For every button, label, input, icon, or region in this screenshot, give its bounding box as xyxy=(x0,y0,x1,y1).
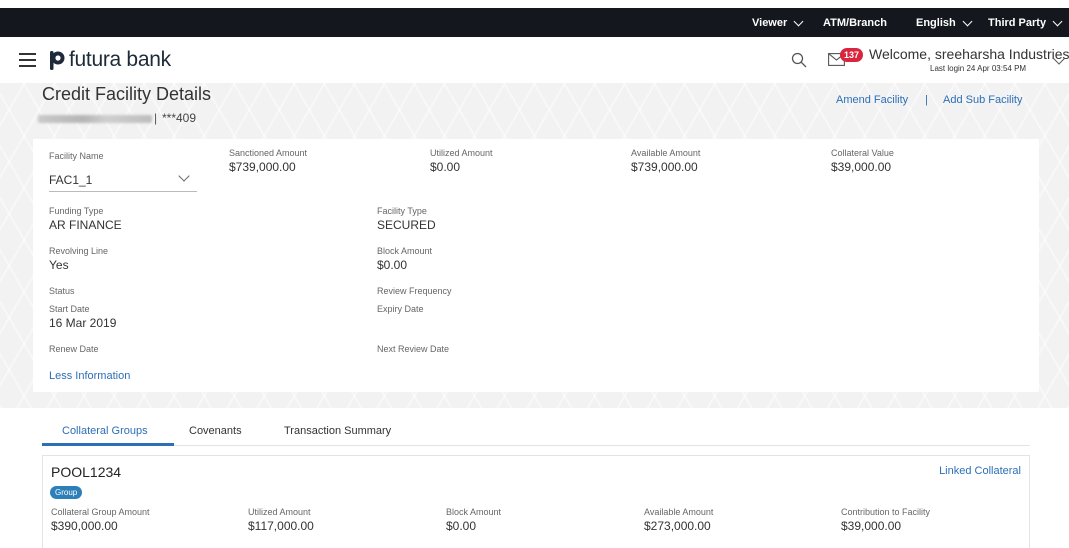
funding-type-value: AR FINANCE xyxy=(49,218,122,232)
linked-collateral-link[interactable]: Linked Collateral xyxy=(939,465,1021,477)
available-amount-field: Available Amount $739,000.00 xyxy=(631,148,700,174)
facility-name-label: Facility Name xyxy=(49,151,104,161)
chevron-down-icon xyxy=(178,170,190,182)
facility-name-value: FAC1_1 xyxy=(49,173,93,187)
review-frequency-field: Review Frequency xyxy=(377,286,452,296)
bank-logo-icon xyxy=(50,51,65,70)
funding-type-label: Funding Type xyxy=(49,206,104,216)
masked-account-name xyxy=(38,115,152,123)
pool-available-amount-value: $273,000.00 xyxy=(644,519,711,533)
next-review-date-label: Next Review Date xyxy=(377,344,450,354)
brand-name: futura bank xyxy=(69,48,171,71)
collateral-value-field: Collateral Value $39,000.00 xyxy=(831,148,894,174)
available-amount-label: Available Amount xyxy=(631,148,701,158)
pool-available-amount-field: Available Amount $273,000.00 xyxy=(644,507,713,533)
facility-name-select[interactable]: FAC1_1 xyxy=(49,170,197,192)
app-header: futura bank 137 Welcome, sreeharsha Indu… xyxy=(0,37,1069,83)
less-information-link[interactable]: Less Information xyxy=(49,370,130,382)
language-label: English xyxy=(916,17,956,29)
viewer-label: Viewer xyxy=(752,17,788,29)
revolving-line-value: Yes xyxy=(49,258,69,272)
collateral-group-card: POOL1234 Group Linked Collateral Collate… xyxy=(42,455,1030,548)
pool-block-amount-label: Block Amount xyxy=(446,507,502,517)
account-number: ***409 xyxy=(162,111,197,125)
utilized-amount-label: Utilized Amount xyxy=(430,148,493,158)
pool-block-amount-value: $0.00 xyxy=(446,519,477,533)
pool-utilized-amount-label: Utilized Amount xyxy=(248,507,311,517)
atm-branch-link[interactable]: ATM/Branch xyxy=(823,17,887,29)
language-menu[interactable]: English xyxy=(916,16,973,29)
facility-details-card: Facility Name FAC1_1 Sanctioned Amount $… xyxy=(33,139,1039,392)
tab-collateral-groups[interactable]: Collateral Groups xyxy=(62,425,148,437)
contribution-to-facility-value: $39,000.00 xyxy=(841,519,902,533)
group-badge: Group xyxy=(50,486,83,499)
collateral-value-value: $39,000.00 xyxy=(831,160,892,174)
amend-facility-link[interactable]: Amend Facility xyxy=(836,94,908,106)
funding-type-field: Funding Type AR FINANCE xyxy=(49,206,122,232)
facility-name-field: Facility Name xyxy=(49,151,104,161)
revolving-line-label: Revolving Line xyxy=(49,246,109,256)
atm-branch-label: ATM/Branch xyxy=(823,17,887,29)
detail-tabs: Collateral Groups Covenants Transaction … xyxy=(42,418,1030,446)
block-amount-value: $0.00 xyxy=(377,258,408,272)
third-party-label: Third Party xyxy=(988,17,1047,29)
expiry-date-label: Expiry Date xyxy=(377,304,424,314)
start-date-label: Start Date xyxy=(49,304,90,314)
pool-utilized-amount-value: $117,000.00 xyxy=(248,519,314,533)
revolving-line-field: Revolving Line Yes xyxy=(49,246,108,272)
block-amount-label: Block Amount xyxy=(377,246,433,256)
sanctioned-amount-value: $739,000.00 xyxy=(229,160,296,174)
collateral-value-label: Collateral Value xyxy=(831,148,894,158)
third-party-menu[interactable]: Third Party xyxy=(988,16,1063,29)
utilized-amount-field: Utilized Amount $0.00 xyxy=(430,148,493,174)
add-sub-facility-link[interactable]: Add Sub Facility xyxy=(943,94,1022,106)
last-login-text: Last login 24 Apr 03:54 PM xyxy=(930,64,1027,73)
tab-transaction-summary[interactable]: Transaction Summary xyxy=(284,425,391,437)
active-tab-indicator xyxy=(42,443,174,446)
renew-date-label: Renew Date xyxy=(49,344,99,354)
tab-covenants[interactable]: Covenants xyxy=(189,425,242,437)
review-frequency-label: Review Frequency xyxy=(377,286,452,296)
collateral-group-amount-value: $390,000.00 xyxy=(51,519,118,533)
utilized-amount-value: $0.00 xyxy=(430,160,461,174)
renew-date-field: Renew Date xyxy=(49,344,99,354)
welcome-text: Welcome, sreeharsha Industries2 xyxy=(869,46,1069,62)
next-review-date-field: Next Review Date xyxy=(377,344,449,354)
top-bar: Viewer ATM/Branch English Third Party xyxy=(0,8,1069,37)
pool-block-amount-field: Block Amount $0.00 xyxy=(446,507,501,533)
page-title: Credit Facility Details xyxy=(42,84,212,104)
expiry-date-field: Expiry Date xyxy=(377,304,424,314)
viewer-menu[interactable]: Viewer xyxy=(752,16,804,29)
block-amount-field: Block Amount $0.00 xyxy=(377,246,432,272)
menu-icon[interactable] xyxy=(19,53,36,67)
brand-logo[interactable]: futura bank xyxy=(46,48,171,72)
status-label: Status xyxy=(49,286,75,296)
start-date-value: 16 Mar 2019 xyxy=(49,316,117,330)
facility-type-label: Facility Type xyxy=(377,206,427,216)
chevron-down-icon xyxy=(793,16,804,26)
contribution-to-facility-field: Contribution to Facility $39,000.00 xyxy=(841,507,930,533)
link-separator: | xyxy=(925,94,928,106)
chevron-down-icon xyxy=(1052,16,1063,26)
sanctioned-amount-label: Sanctioned Amount xyxy=(229,148,308,158)
sanctioned-amount-field: Sanctioned Amount $739,000.00 xyxy=(229,148,307,174)
facility-type-value: SECURED xyxy=(377,218,436,232)
contribution-to-facility-label: Contribution to Facility xyxy=(841,507,931,517)
notification-badge[interactable]: 137 xyxy=(840,48,864,62)
pool-utilized-amount-field: Utilized Amount $117,000.00 xyxy=(248,507,314,533)
pool-available-amount-label: Available Amount xyxy=(644,507,714,517)
status-field: Status xyxy=(49,286,75,296)
collateral-group-amount-label: Collateral Group Amount xyxy=(51,507,150,517)
facility-type-field: Facility Type SECURED xyxy=(377,206,436,232)
collateral-group-amount-field: Collateral Group Amount $390,000.00 xyxy=(51,507,150,533)
chevron-down-icon xyxy=(962,16,973,26)
pool-name: POOL1234 xyxy=(51,464,122,480)
account-separator: | xyxy=(154,111,158,125)
available-amount-value: $739,000.00 xyxy=(631,160,698,174)
search-icon[interactable] xyxy=(791,52,807,68)
start-date-field: Start Date 16 Mar 2019 xyxy=(49,304,116,330)
